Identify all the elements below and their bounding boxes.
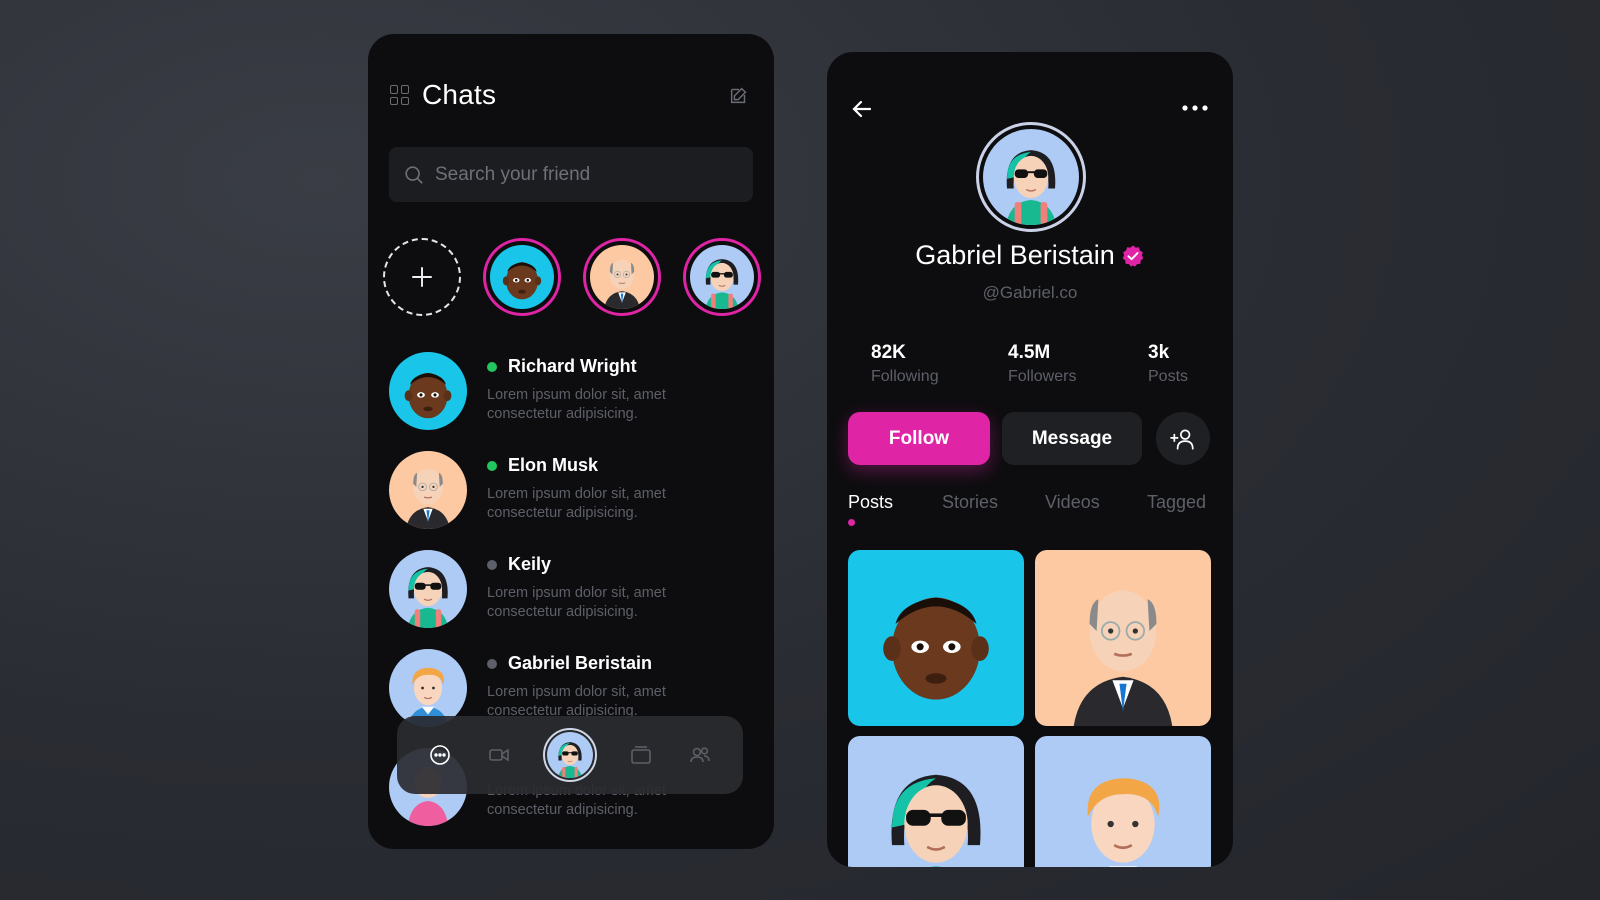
profile-tabs: Posts Stories Videos Tagged xyxy=(848,492,1212,522)
message-preview: Lorem ipsum dolor sit, amet consectetur … xyxy=(487,486,666,521)
contact-name: Gabriel Beristain xyxy=(508,653,653,673)
chat-bubble-icon[interactable] xyxy=(426,741,454,769)
search-input[interactable] xyxy=(435,163,735,186)
profile-screen: Gabriel Beristain @Gabriel.co 82K Follow… xyxy=(827,52,1233,867)
active-tab-indicator xyxy=(848,519,855,526)
tab-tagged[interactable]: Tagged xyxy=(1147,492,1206,513)
post-thumbnail[interactable] xyxy=(848,550,1024,726)
add-story-button[interactable] xyxy=(383,238,461,316)
profile-handle: @Gabriel.co xyxy=(982,283,1078,302)
more-options-icon[interactable] xyxy=(1181,102,1209,114)
avatar xyxy=(389,550,467,628)
stat-value: 82K xyxy=(871,342,906,363)
stat-followers[interactable]: 4.5M Followers xyxy=(1008,342,1076,386)
post-thumbnail[interactable] xyxy=(848,736,1024,867)
users-icon[interactable] xyxy=(686,741,714,769)
stories-row xyxy=(383,238,763,318)
verified-badge-icon xyxy=(1122,245,1144,267)
message-button[interactable]: Message xyxy=(1002,412,1142,465)
tab-stories[interactable]: Stories xyxy=(942,492,998,513)
tab-videos[interactable]: Videos xyxy=(1045,492,1100,513)
message-preview: Lorem ipsum dolor sit, amet consectetur … xyxy=(487,387,666,422)
online-status-dot xyxy=(487,361,497,372)
follow-button[interactable]: Follow xyxy=(848,412,990,465)
avatar xyxy=(389,352,467,430)
search-icon xyxy=(405,165,423,184)
stat-value: 4.5M xyxy=(1008,342,1051,363)
offline-status-dot xyxy=(487,559,497,570)
avatar xyxy=(389,451,467,529)
stat-value: 3k xyxy=(1148,342,1170,363)
wallet-icon[interactable] xyxy=(627,741,655,769)
search-bar xyxy=(389,147,753,202)
contact-name: Keily xyxy=(508,554,552,574)
page-title: Chats xyxy=(422,79,497,110)
video-camera-icon[interactable] xyxy=(485,741,513,769)
offline-status-dot xyxy=(487,658,497,669)
profile-stats: 82K Following 4.5M Followers 3k Posts xyxy=(871,342,1211,392)
stat-label: Posts xyxy=(1148,368,1189,385)
story-avatar[interactable] xyxy=(683,238,761,316)
contact-name: Richard Wright xyxy=(508,356,637,376)
edit-icon[interactable] xyxy=(728,84,750,106)
posts-grid xyxy=(848,550,1214,850)
grid-menu-icon[interactable] xyxy=(390,85,410,105)
post-thumbnail[interactable] xyxy=(1035,736,1211,867)
stat-following[interactable]: 82K Following xyxy=(871,342,939,386)
tab-posts[interactable]: Posts xyxy=(848,492,893,513)
chats-header: Chats xyxy=(390,78,750,112)
list-item[interactable]: Keily Lorem ipsum dolor sit, amet consec… xyxy=(389,550,759,649)
stat-label: Followers xyxy=(1008,368,1077,385)
add-user-icon xyxy=(1170,428,1194,450)
contact-name: Elon Musk xyxy=(508,455,599,475)
plus-icon xyxy=(412,267,432,287)
list-item[interactable]: Richard Wright Lorem ipsum dolor sit, am… xyxy=(389,352,759,451)
avatar xyxy=(976,122,1086,232)
story-avatar[interactable] xyxy=(483,238,561,316)
story-avatar[interactable] xyxy=(583,238,661,316)
bottom-nav xyxy=(397,716,743,794)
post-thumbnail[interactable] xyxy=(1035,550,1211,726)
stat-label: Following xyxy=(871,368,939,385)
profile-avatar[interactable] xyxy=(542,728,597,782)
profile-name: Gabriel Beristain xyxy=(915,240,1115,270)
list-item[interactable]: Elon Musk Lorem ipsum dolor sit, amet co… xyxy=(389,451,759,550)
online-status-dot xyxy=(487,460,497,471)
stat-posts[interactable]: 3k Posts xyxy=(1148,342,1188,386)
chats-screen: Chats Richard xyxy=(368,34,774,849)
add-friend-button[interactable] xyxy=(1156,412,1210,465)
message-preview: Lorem ipsum dolor sit, amet consectetur … xyxy=(487,585,666,620)
back-arrow-icon[interactable] xyxy=(850,97,874,121)
